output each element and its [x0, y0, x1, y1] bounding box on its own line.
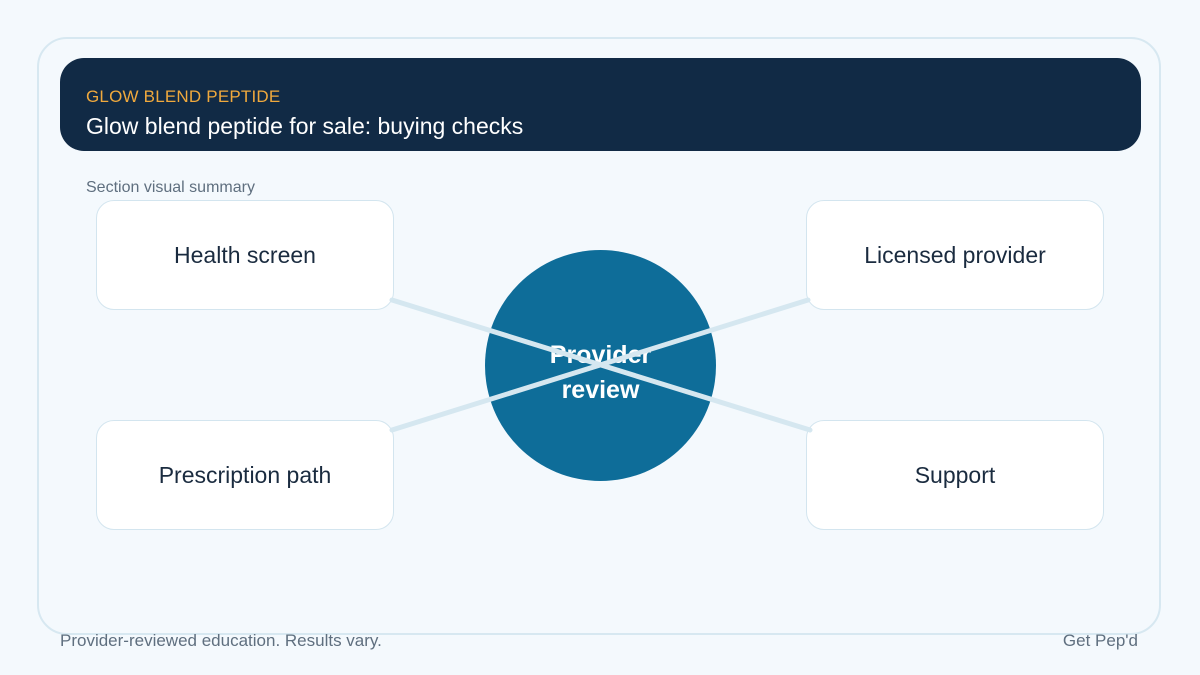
- connector-lines: [389, 297, 813, 433]
- footer-disclaimer: Provider-reviewed education. Results var…: [60, 631, 382, 650]
- footer-brand: Get Pep'd: [1062, 631, 1138, 650]
